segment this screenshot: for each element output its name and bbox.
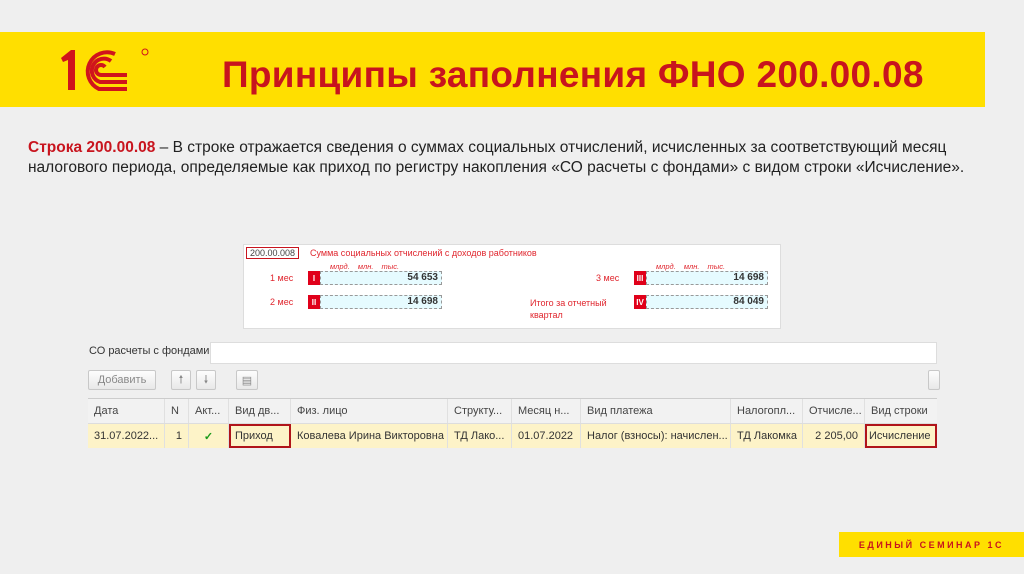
cell-payment-type: Налог (взносы): начислен... [581,424,731,448]
fill-button[interactable]: ▤ [236,370,258,390]
value-4: 84 049 [646,295,768,309]
table-header: Дата N Акт... Вид дв... Физ. лицо Структ… [88,399,937,424]
col-movement[interactable]: Вид дв... [229,399,291,423]
cell-date: 31.07.2022... [88,424,165,448]
value-1: 54 653 [320,271,442,285]
cell-movement: Приход [229,424,291,448]
field-label-3: 3 мес [596,273,620,283]
cell-n: 1 [165,424,189,448]
cell-structure: ТД Лако... [448,424,512,448]
roman-3: III [634,271,646,285]
cell-month: 01.07.2022 [512,424,581,448]
field-month-2[interactable]: II 14 698 [308,295,442,309]
form-200-00-008: 200.00.008 Сумма социальных отчислений с… [243,244,781,329]
document-icon: ▤ [241,374,253,387]
move-down-button[interactable]: 🠗 [196,370,216,390]
cell-amount: 2 205,00 [803,424,865,448]
units-left: млрд. млн. тыс. [330,262,400,271]
line-code: 200.00.008 [246,247,300,259]
col-active[interactable]: Акт... [189,399,229,423]
col-taxpayer[interactable]: Налогопл... [731,399,803,423]
move-up-button[interactable]: 🠕 [171,370,191,390]
value-2: 14 698 [320,295,442,309]
form-heading: Сумма социальных отчислений с доходов ра… [310,248,537,258]
col-person[interactable]: Физ. лицо [291,399,448,423]
description: Строка 200.00.08 – В строке отражается с… [28,138,998,178]
field-month-3[interactable]: III 14 698 [634,271,768,285]
value-3: 14 698 [646,271,768,285]
field-quarter-total[interactable]: IV 84 049 [634,295,768,309]
arrow-up-icon: 🠕 [178,373,184,386]
more-button[interactable] [928,370,940,390]
add-button[interactable]: Добавить [88,370,156,390]
tab-so-raschety[interactable]: СО расчеты с фондами [85,342,215,364]
field-month-1[interactable]: I 54 653 [308,271,442,285]
cell-taxpayer: ТД Лакомка [731,424,803,448]
arrow-down-icon: 🠗 [203,373,209,386]
field-label-4: Итого за отчетный квартал [530,298,607,320]
cell-person: Ковалева Ирина Викторовна [291,424,448,448]
col-n[interactable]: N [165,399,189,423]
footer-badge: ЕДИНЫЙ СЕМИНАР 1С [839,532,1024,557]
roman-2: II [308,295,320,309]
check-icon: ✓ [189,424,229,448]
col-date[interactable]: Дата [88,399,165,423]
table-row[interactable]: 31.07.2022... 1 ✓ Приход Ковалева Ирина … [88,424,937,448]
col-amount[interactable]: Отчисле... [803,399,865,423]
field-label-1: 1 мес [270,273,294,283]
roman-4: IV [634,295,646,309]
units-right: млрд. млн. тыс. [656,262,726,271]
1c-logo [61,48,149,91]
description-text: – В строке отражается сведения о суммах … [28,139,965,176]
field-label-2: 2 мес [270,297,294,307]
tab-bar-empty [210,342,937,364]
register-table: Дата N Акт... Вид дв... Физ. лицо Структ… [88,398,937,448]
cell-line-type: Исчисление [865,424,937,448]
col-payment-type[interactable]: Вид платежа [581,399,731,423]
col-line-type[interactable]: Вид строки [865,399,937,423]
tab-bar: СО расчеты с фондами [85,342,937,364]
col-month[interactable]: Месяц н... [512,399,581,423]
page-title: Принципы заполнения ФНО 200.00.08 [222,54,924,95]
description-bold: Строка 200.00.08 [28,139,156,156]
col-structure[interactable]: Структу... [448,399,512,423]
roman-1: I [308,271,320,285]
